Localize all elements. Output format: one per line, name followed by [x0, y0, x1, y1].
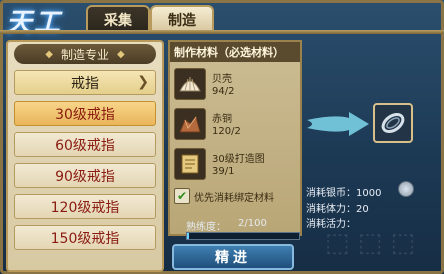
- refine-button[interactable]: 精进: [172, 244, 294, 270]
- recipe-label: 30级戒指: [55, 106, 115, 123]
- material-count: 120/2: [212, 126, 241, 137]
- stamina-cost: 消耗体力：20: [306, 204, 369, 215]
- ornament-icon: ◆: [117, 48, 125, 60]
- tab-gather[interactable]: 采集: [86, 5, 150, 32]
- material-count: 94/2: [212, 86, 235, 97]
- chevron-right-icon: ❯: [137, 74, 149, 90]
- recipe-item-90[interactable]: 90级戒指: [14, 163, 156, 188]
- copper-ore-icon: [174, 108, 206, 140]
- recipe-label: 60级戒指: [55, 137, 115, 154]
- proficiency: 熟练度： 2/100: [186, 218, 267, 233]
- category-ring[interactable]: 戒指 ❯: [14, 70, 156, 95]
- silver-coin-icon: [398, 181, 414, 197]
- recipe-label: 120级戒指: [50, 199, 120, 216]
- category-label: 戒指: [71, 75, 99, 92]
- material-row[interactable]: 赤铜 120/2: [174, 106, 298, 144]
- tab-divider: [0, 30, 444, 34]
- proficiency-value: 2/100: [238, 218, 267, 229]
- silver-cost: 消耗银币：1000: [306, 188, 382, 199]
- materials-panel: 制作材料（必选材料） 贝壳 94/2 赤铜 120/2 30级打造图 39/1 …: [168, 40, 302, 236]
- tab-craft[interactable]: 制造: [150, 5, 214, 32]
- recipe-item-150[interactable]: 150级戒指: [14, 225, 156, 250]
- recipe-item-120[interactable]: 120级戒指: [14, 194, 156, 219]
- priority-checkbox[interactable]: ✔: [174, 188, 190, 204]
- materials-title: 制作材料（必选材料）: [170, 42, 300, 62]
- material-name: 30级打造图: [212, 154, 265, 165]
- material-row[interactable]: 贝壳 94/2: [174, 66, 298, 104]
- priority-label: 优先消耗绑定材料: [194, 192, 274, 204]
- craft-category-panel: ◆ 制造专业 ◆ 戒指 ❯ 30级戒指 60级戒指 90级戒指 120级戒指 1…: [6, 40, 164, 272]
- recipe-label: 90级戒指: [55, 168, 115, 185]
- craft-arrow-icon: [307, 112, 369, 136]
- proficiency-bar: [186, 232, 300, 240]
- material-name: 贝壳: [212, 74, 232, 85]
- material-name: 赤铜: [212, 114, 232, 125]
- proficiency-bar-fill: [187, 233, 190, 239]
- watermark-overlay: ⬚ ⬚ ⬚: [324, 227, 416, 258]
- ornament-icon: ◆: [45, 48, 53, 60]
- proficiency-label: 熟练度：: [186, 222, 226, 233]
- recipe-label: 150级戒指: [50, 230, 120, 247]
- priority-option[interactable]: ✔ 优先消耗绑定材料: [174, 188, 274, 204]
- material-count: 39/1: [212, 166, 235, 177]
- panel-header: ◆ 制造专业 ◆: [14, 44, 156, 64]
- blueprint-scroll-icon: [174, 148, 206, 180]
- result-ring-icon[interactable]: [373, 103, 413, 143]
- material-row[interactable]: 30级打造图 39/1: [174, 146, 298, 184]
- shell-icon: [174, 68, 206, 100]
- recipe-item-30[interactable]: 30级戒指: [14, 101, 156, 126]
- panel-title: 制造专业: [60, 47, 109, 62]
- recipe-item-60[interactable]: 60级戒指: [14, 132, 156, 157]
- recipe-list: 戒指 ❯ 30级戒指 60级戒指 90级戒指 120级戒指 150级戒指: [14, 70, 156, 256]
